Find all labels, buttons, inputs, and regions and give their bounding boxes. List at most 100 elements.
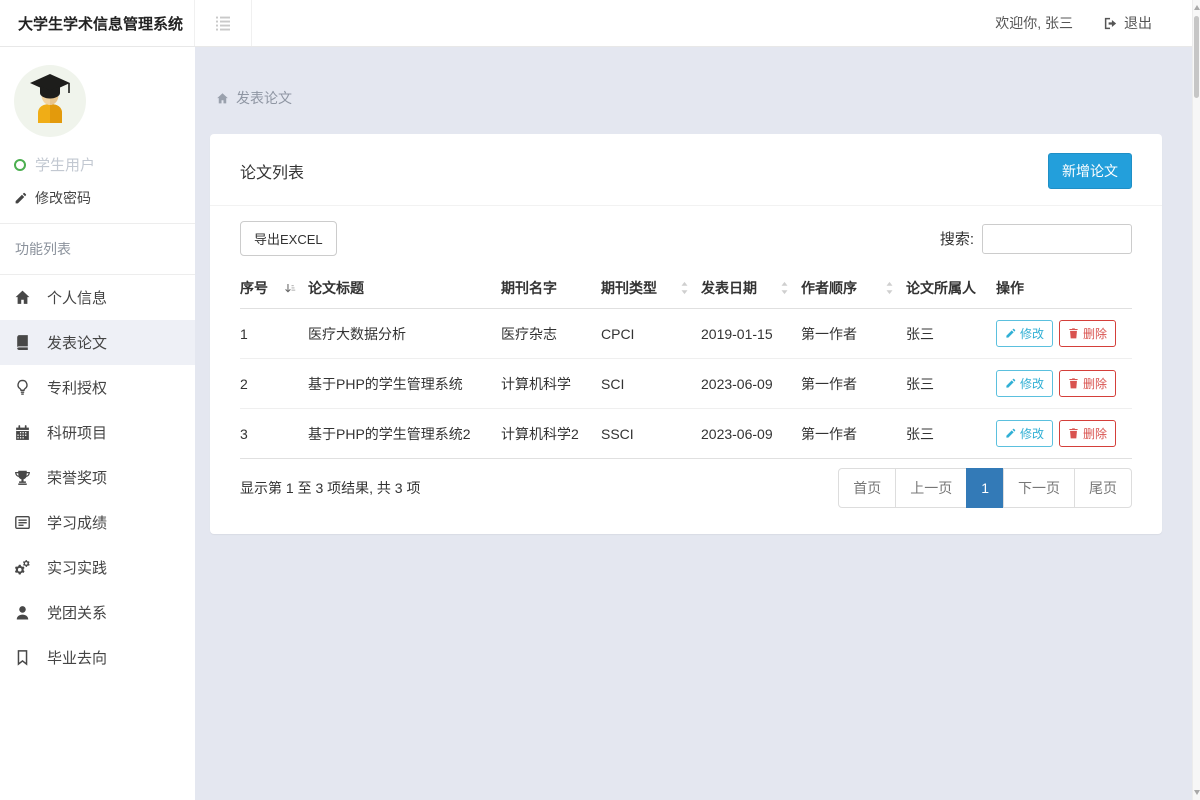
list-menu-icon xyxy=(214,14,232,32)
search-input[interactable] xyxy=(982,224,1132,254)
top-navbar: 大学生学术信息管理系统 欢迎你, 张三 退出 xyxy=(0,0,1192,47)
cell-owner: 张三 xyxy=(906,409,996,459)
cell-no: 1 xyxy=(240,309,308,359)
export-excel-button[interactable]: 导出EXCEL xyxy=(240,221,337,256)
pagination-prev[interactable]: 上一页 xyxy=(895,468,967,508)
scrollbar-thumb[interactable] xyxy=(1194,16,1199,98)
sidebar-item-research-projects[interactable]: 科研项目 xyxy=(0,410,195,455)
sidebar-item-patents[interactable]: 专利授权 xyxy=(0,365,195,410)
edit-button[interactable]: 修改 xyxy=(996,420,1053,447)
search-label: 搜索: xyxy=(940,228,974,249)
pagination-page-1[interactable]: 1 xyxy=(966,468,1004,508)
home-icon xyxy=(13,289,32,306)
app-title[interactable]: 大学生学术信息管理系统 xyxy=(0,0,195,46)
cell-order: 第一作者 xyxy=(801,409,906,459)
cell-title: 基于PHP的学生管理系统2 xyxy=(308,409,501,459)
sort-icon xyxy=(780,281,789,295)
user-icon xyxy=(13,604,32,621)
add-paper-button[interactable]: 新增论文 xyxy=(1048,153,1132,189)
cell-type: SSCI xyxy=(601,409,701,459)
column-header-author-order[interactable]: 作者顺序 xyxy=(801,268,906,309)
column-header-actions: 操作 xyxy=(996,268,1132,309)
logout-label: 退出 xyxy=(1124,13,1152,33)
cell-date: 2023-06-09 xyxy=(701,409,801,459)
sidebar-item-label: 党团关系 xyxy=(47,602,107,623)
cell-journal: 计算机科学2 xyxy=(501,409,601,459)
cell-journal: 计算机科学 xyxy=(501,359,601,409)
welcome-text: 欢迎你, 张三 xyxy=(995,13,1073,33)
avatar xyxy=(14,65,86,137)
user-status: 学生用户 xyxy=(14,154,195,175)
column-header-no[interactable]: 序号 xyxy=(240,268,308,309)
logout-button[interactable]: 退出 xyxy=(1103,13,1152,33)
column-header-owner[interactable]: 论文所属人 xyxy=(906,268,996,309)
cell-order: 第一作者 xyxy=(801,309,906,359)
scroll-up-arrow-icon[interactable] xyxy=(1194,5,1200,10)
column-header-type[interactable]: 期刊类型 xyxy=(601,268,701,309)
gears-icon xyxy=(13,559,32,576)
sidebar-item-label: 发表论文 xyxy=(47,332,107,353)
main-content: 发表论文 论文列表 新增论文 导出EXCEL 搜索: xyxy=(195,47,1192,800)
edit-button[interactable]: 修改 xyxy=(996,370,1053,397)
cell-type: SCI xyxy=(601,359,701,409)
edit-button[interactable]: 修改 xyxy=(996,320,1053,347)
menu-header: 功能列表 xyxy=(0,224,195,274)
sidebar-toggle-button[interactable] xyxy=(195,0,252,46)
calendar-icon xyxy=(13,424,32,441)
delete-button[interactable]: 删除 xyxy=(1059,320,1116,347)
panel-title: 论文列表 xyxy=(240,159,304,183)
table-row: 2 基于PHP的学生管理系统 计算机科学 SCI 2023-06-09 第一作者… xyxy=(240,359,1132,409)
lightbulb-icon xyxy=(13,379,32,396)
window-scrollbar[interactable] xyxy=(1192,0,1200,800)
sidebar-item-personal-info[interactable]: 个人信息 xyxy=(0,275,195,320)
table-header-row: 序号 xyxy=(240,268,1132,309)
breadcrumb-label: 发表论文 xyxy=(236,88,292,108)
sidebar-item-papers[interactable]: 发表论文 xyxy=(0,320,195,365)
pagination-next[interactable]: 下一页 xyxy=(1003,468,1075,508)
pagination-last[interactable]: 尾页 xyxy=(1074,468,1132,508)
delete-button[interactable]: 删除 xyxy=(1059,370,1116,397)
sidebar-item-graduation[interactable]: 毕业去向 xyxy=(0,635,195,680)
sidebar-item-label: 毕业去向 xyxy=(47,647,107,668)
sidebar-item-grades[interactable]: 学习成绩 xyxy=(0,500,195,545)
home-icon xyxy=(216,92,229,105)
pencil-icon xyxy=(14,192,27,205)
change-password-link[interactable]: 修改密码 xyxy=(14,188,195,208)
sidebar-item-honors[interactable]: 荣誉奖项 xyxy=(0,455,195,500)
cell-date: 2019-01-15 xyxy=(701,309,801,359)
sidebar-item-label: 个人信息 xyxy=(47,287,107,308)
sidebar-item-label: 实习实践 xyxy=(47,557,107,578)
pagination-first[interactable]: 首页 xyxy=(838,468,896,508)
user-status-label: 学生用户 xyxy=(35,154,95,175)
sign-out-icon xyxy=(1103,16,1118,31)
cell-type: CPCI xyxy=(601,309,701,359)
grades-list-icon xyxy=(13,514,32,531)
cell-title: 基于PHP的学生管理系统 xyxy=(308,359,501,409)
column-header-title[interactable]: 论文标题 xyxy=(308,268,501,309)
sidebar-item-internship[interactable]: 实习实践 xyxy=(0,545,195,590)
delete-button[interactable]: 删除 xyxy=(1059,420,1116,447)
table-row: 3 基于PHP的学生管理系统2 计算机科学2 SSCI 2023-06-09 第… xyxy=(240,409,1132,459)
trophy-icon xyxy=(13,469,32,486)
table-row: 1 医疗大数据分析 医疗杂志 CPCI 2019-01-15 第一作者 张三 修… xyxy=(240,309,1132,359)
sidebar-menu: 个人信息 发表论文 专利授权 xyxy=(0,275,195,680)
cell-no: 3 xyxy=(240,409,308,459)
status-circle-icon xyxy=(14,159,26,171)
scroll-down-arrow-icon[interactable] xyxy=(1194,790,1200,795)
column-header-journal[interactable]: 期刊名字 xyxy=(501,268,601,309)
sidebar-item-label: 荣誉奖项 xyxy=(47,467,107,488)
cell-owner: 张三 xyxy=(906,359,996,409)
sort-active-icon xyxy=(284,282,296,295)
cell-title: 医疗大数据分析 xyxy=(308,309,501,359)
papers-table: 序号 xyxy=(240,268,1132,459)
sidebar-item-label: 科研项目 xyxy=(47,422,107,443)
column-header-date[interactable]: 发表日期 xyxy=(701,268,801,309)
cell-date: 2023-06-09 xyxy=(701,359,801,409)
table-info: 显示第 1 至 3 项结果, 共 3 项 xyxy=(240,478,420,498)
bookmark-icon xyxy=(13,649,32,666)
sidebar-item-label: 学习成绩 xyxy=(47,512,107,533)
sidebar-item-label: 专利授权 xyxy=(47,377,107,398)
sort-icon xyxy=(885,281,894,295)
sidebar-item-party-relations[interactable]: 党团关系 xyxy=(0,590,195,635)
breadcrumb[interactable]: 发表论文 xyxy=(216,88,1192,108)
